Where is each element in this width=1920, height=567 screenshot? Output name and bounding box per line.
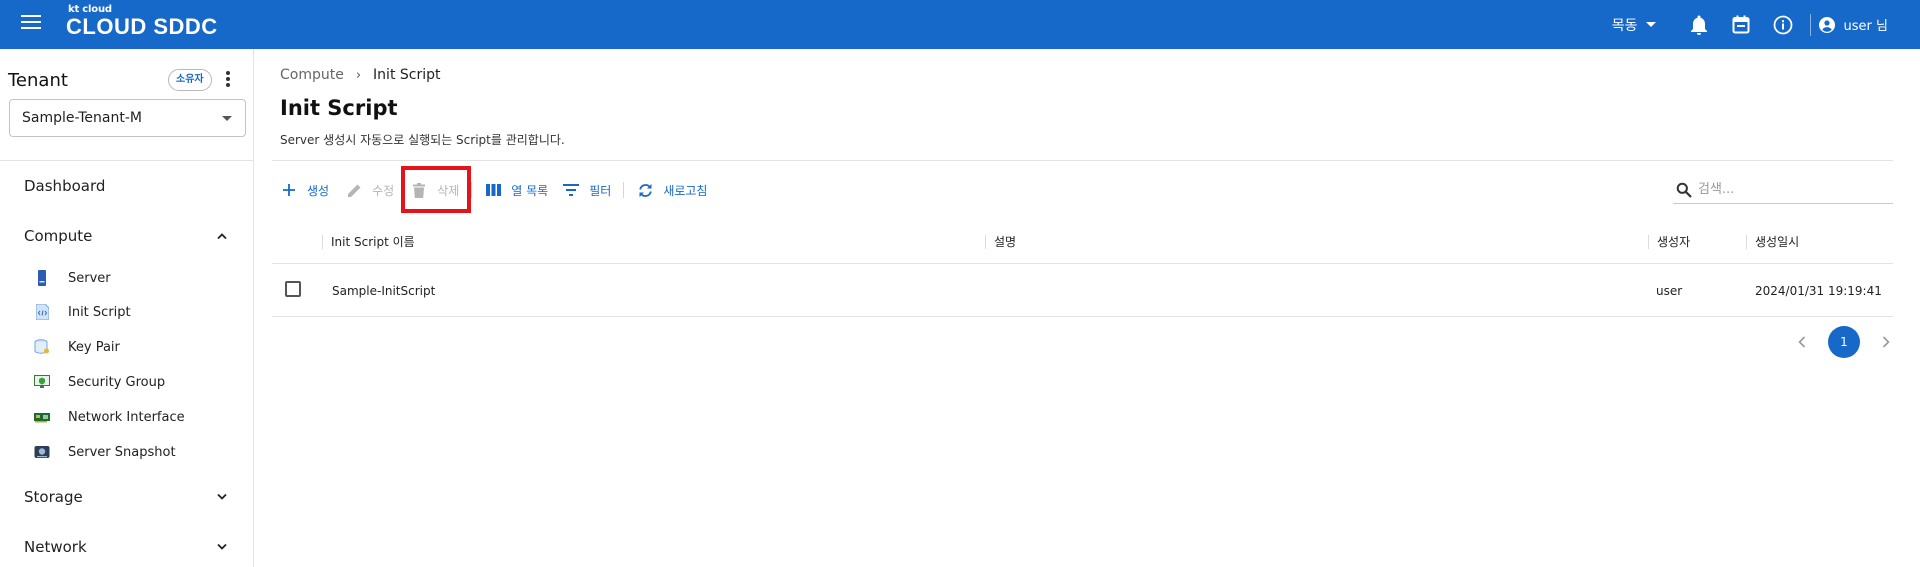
chevron-right-icon[interactable]: [1874, 330, 1898, 354]
user-label: user 님: [1843, 19, 1888, 34]
cell-name: Sample-InitScript: [332, 284, 436, 298]
region-select[interactable]: 목동: [1612, 15, 1656, 35]
server-icon: [34, 270, 50, 286]
owner-badge: 소유자: [168, 69, 212, 91]
sidebar-item-label: Server: [68, 270, 111, 286]
sidebar-item-server-snapshot[interactable]: Server Snapshot: [34, 442, 176, 462]
network-interface-icon: [34, 409, 50, 425]
search-box: [1673, 176, 1893, 204]
caret-down-icon: [1645, 22, 1656, 27]
breadcrumb: Compute › Init Script: [280, 67, 440, 83]
page-description: Server 생성시 자동으로 실행되는 Script를 관리합니다.: [280, 133, 565, 147]
logo-brand-text: CLOUD SDDC: [66, 14, 218, 39]
caret-down-icon: [222, 116, 232, 121]
refresh-icon: [636, 181, 654, 199]
sidebar-item-init-script[interactable]: Init Script: [34, 302, 131, 322]
refresh-button[interactable]: 새로고침: [636, 181, 707, 199]
columns-button[interactable]: 열 목록: [484, 181, 548, 199]
column-header-description[interactable]: 설명: [985, 235, 1016, 249]
breadcrumb-current: Init Script: [373, 67, 441, 83]
search-icon: [1676, 182, 1692, 198]
toolbar-divider: [471, 182, 473, 198]
calendar-icon[interactable]: [1730, 14, 1752, 36]
column-header-created-at[interactable]: 생성일시: [1746, 235, 1799, 249]
column-header-name[interactable]: Init Script 이름: [322, 235, 415, 249]
sidebar-item-compute[interactable]: Compute: [24, 227, 92, 245]
cell-creator: user: [1656, 284, 1683, 298]
plus-icon: [280, 181, 298, 199]
sidebar-item-label: Key Pair: [68, 339, 120, 355]
view-column-icon: [484, 181, 502, 199]
bell-icon[interactable]: [1688, 14, 1710, 36]
sidebar-item-server[interactable]: Server: [34, 268, 111, 288]
account-circle-icon: [1818, 16, 1835, 33]
tenant-title: Tenant: [8, 70, 68, 91]
sidebar-divider: [0, 160, 254, 161]
chevron-up-icon[interactable]: [217, 231, 227, 241]
refresh-label: 새로고침: [663, 183, 708, 198]
sidebar-item-label: Network Interface: [68, 409, 185, 425]
key-pair-icon: [34, 339, 50, 355]
chevron-left-icon[interactable]: [1790, 330, 1814, 354]
toolbar: 생성 수정 삭제 열 목록 필터 새로고침: [280, 178, 707, 202]
create-label: 생성: [307, 183, 330, 198]
sidebar-item-key-pair[interactable]: Key Pair: [34, 337, 120, 357]
sidebar: Tenant 소유자 Sample-Tenant-M Dashboard Com…: [0, 49, 254, 567]
sidebar-item-label: Server Snapshot: [68, 444, 176, 460]
top-app-bar: kt cloud CLOUD SDDC 목동 user 님: [0, 0, 1920, 49]
region-label: 목동: [1611, 17, 1638, 34]
columns-label: 열 목록: [511, 183, 549, 198]
security-group-icon: [34, 374, 50, 390]
snapshot-icon: [34, 444, 50, 460]
sidebar-item-label: Init Script: [68, 304, 131, 320]
script-icon: [34, 304, 50, 320]
filter-button[interactable]: 필터: [562, 181, 611, 199]
toolbar-divider: [623, 182, 625, 198]
table-row[interactable]: Sample-InitScript user 2024/01/31 19:19:…: [272, 265, 1893, 317]
edit-button[interactable]: 수정: [345, 181, 394, 199]
more-vert-icon[interactable]: [225, 71, 231, 89]
header-divider: [1809, 13, 1811, 36]
delete-highlight-box: [401, 166, 471, 213]
edit-label: 수정: [372, 183, 395, 198]
tenant-select[interactable]: Sample-Tenant-M: [9, 99, 246, 137]
sidebar-item-storage[interactable]: Storage: [24, 488, 83, 506]
sidebar-item-label: Security Group: [68, 374, 166, 390]
menu-icon[interactable]: [21, 15, 41, 33]
breadcrumb-parent[interactable]: Compute: [280, 67, 344, 83]
sidebar-item-security-group[interactable]: Security Group: [34, 372, 165, 392]
row-checkbox[interactable]: [285, 281, 301, 297]
user-menu[interactable]: user 님: [1818, 15, 1888, 34]
sidebar-item-network-interface[interactable]: Network Interface: [34, 407, 185, 427]
page-button-current[interactable]: 1: [1828, 326, 1860, 358]
sidebar-item-dashboard[interactable]: Dashboard: [24, 177, 105, 195]
pencil-icon: [345, 181, 363, 199]
tenant-selected-value: Sample-Tenant-M: [22, 110, 142, 126]
search-input[interactable]: [1698, 182, 1878, 197]
create-button[interactable]: 생성: [280, 181, 329, 199]
content-divider: [272, 160, 1893, 161]
filter-label: 필터: [589, 183, 612, 198]
breadcrumb-separator: ›: [355, 67, 362, 83]
sidebar-item-network[interactable]: Network: [24, 538, 87, 556]
chevron-down-icon[interactable]: [217, 492, 227, 502]
page-title: Init Script: [280, 96, 398, 120]
table-header: Init Script 이름 설명 생성자 생성일시: [272, 220, 1893, 264]
logo[interactable]: kt cloud CLOUD SDDC: [66, 5, 218, 38]
column-header-creator[interactable]: 생성자: [1648, 235, 1690, 249]
chevron-down-icon[interactable]: [217, 542, 227, 552]
info-icon[interactable]: [1772, 14, 1794, 36]
cell-created-at: 2024/01/31 19:19:41: [1755, 284, 1882, 298]
filter-icon: [562, 181, 580, 199]
pagination: 1: [1790, 326, 1898, 358]
